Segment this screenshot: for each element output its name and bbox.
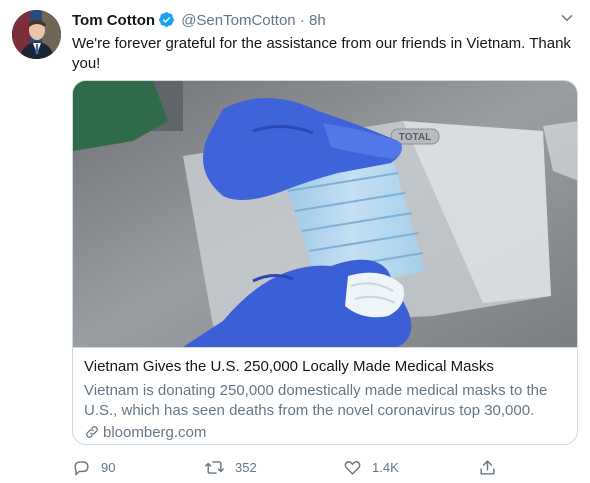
like-button[interactable]: 1.4K (343, 456, 399, 478)
author-handle[interactable]: @SenTomCotton (181, 12, 295, 29)
reply-button[interactable]: 90 (72, 456, 115, 478)
avatar-photo (12, 10, 61, 59)
like-count: 1.4K (372, 459, 399, 475)
card-body: Vietnam Gives the U.S. 250,000 Locally M… (73, 347, 577, 444)
card-image: TOTAL (73, 81, 577, 347)
separator-dot: · (299, 12, 305, 29)
share-button[interactable] (478, 456, 507, 478)
tweet-text: We're forever grateful for the assistanc… (72, 35, 571, 72)
retweet-count: 352 (235, 459, 257, 475)
tweet-timestamp[interactable]: 8h (309, 12, 326, 29)
share-icon (480, 459, 495, 475)
author-name[interactable]: Tom Cotton (72, 12, 155, 29)
package-label: TOTAL (399, 132, 431, 143)
retweet-button[interactable]: 352 (204, 456, 257, 478)
heart-icon (344, 460, 361, 475)
action-bar: 90 352 1.4K (72, 456, 512, 478)
card-title[interactable]: Vietnam Gives the U.S. 250,000 Locally M… (84, 358, 494, 375)
reply-count: 90 (101, 459, 116, 475)
card-description: Vietnam is donating 250,000 domestically… (84, 382, 548, 419)
reply-icon (74, 460, 89, 475)
retweet-icon (205, 460, 224, 474)
verified-badge-icon (158, 11, 175, 32)
card-domain-text: bloomberg.com (103, 424, 207, 441)
chevron-down-icon[interactable] (558, 9, 576, 27)
avatar[interactable] (12, 10, 61, 59)
tweet-header: Tom Cotton @SenTomCotton · 8h (72, 11, 576, 31)
link-icon (86, 426, 98, 438)
card-domain[interactable]: bloomberg.com (84, 424, 206, 441)
link-card[interactable]: TOTAL Vietnam Gives the U.S. 250,000 Loc… (72, 80, 578, 445)
